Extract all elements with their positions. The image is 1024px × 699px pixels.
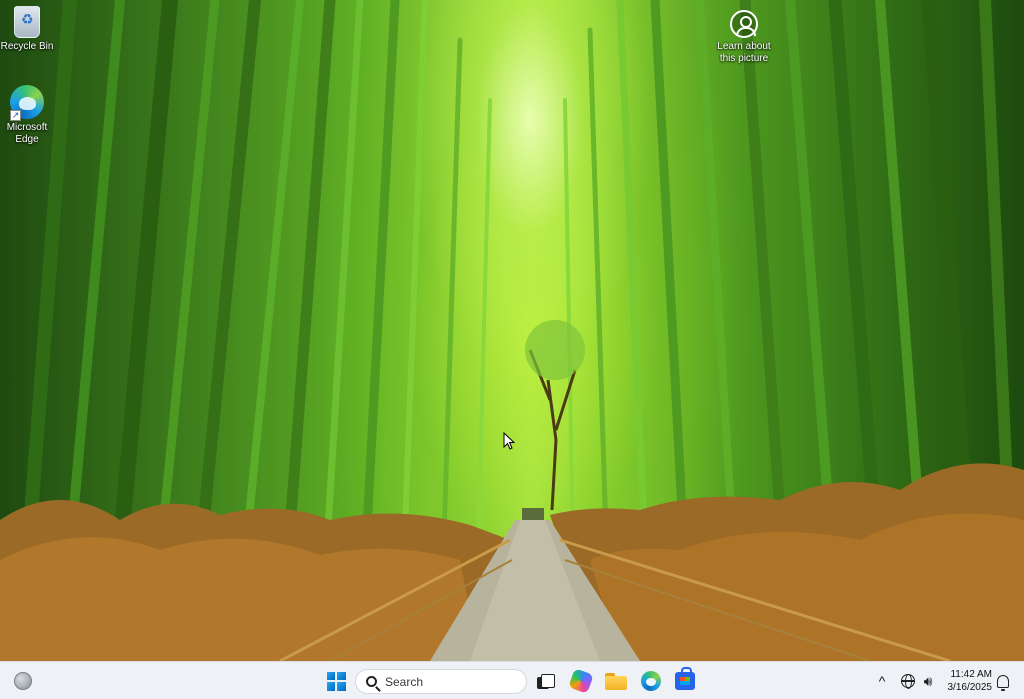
desktop-wallpaper (0, 0, 1024, 661)
store-taskbar-button[interactable] (670, 666, 700, 696)
clock-date: 3/16/2025 (947, 682, 993, 693)
file-explorer-icon (605, 672, 627, 690)
mouse-cursor-icon (503, 432, 515, 450)
search-placeholder: Search (385, 674, 424, 689)
desktop-icon-learn-about-picture[interactable]: Learn about this picture (712, 10, 776, 65)
bell-icon (997, 674, 1009, 691)
task-view-icon (536, 673, 555, 689)
taskbar-search-box[interactable]: Search (355, 669, 527, 694)
shortcut-arrow-icon: ↗ (10, 110, 21, 121)
desktop-icon-recycle-bin[interactable]: Recycle Bin (0, 6, 59, 53)
speaker-icon: 🔊︎ (923, 672, 933, 689)
search-icon (366, 676, 377, 687)
desktop-icon-label: Microsoft Edge (6, 122, 48, 145)
windows-start-icon (326, 671, 346, 691)
taskbar: Search ^ 🔊︎ 11:42 AM 3/16/2025 (0, 661, 1024, 699)
edge-icon (641, 671, 661, 691)
edge-taskbar-button[interactable] (636, 666, 666, 696)
copilot-icon (568, 668, 594, 694)
desktop-icon-label: Learn about this picture (717, 41, 771, 64)
start-button[interactable] (321, 666, 351, 696)
clock-button[interactable]: 11:42 AM 3/16/2025 (940, 668, 993, 694)
bamboo-wallpaper-art (0, 0, 1024, 661)
learn-about-picture-icon (730, 10, 758, 38)
file-explorer-button[interactable] (601, 666, 631, 696)
chevron-up-icon: ^ (878, 673, 886, 689)
widgets-icon (14, 672, 32, 690)
clock-time: 11:42 AM (950, 669, 992, 680)
task-view-button[interactable] (530, 666, 560, 696)
edge-icon: ↗ (10, 85, 44, 121)
desktop-icon-label: Recycle Bin (0, 41, 54, 52)
recycle-bin-icon (14, 6, 40, 38)
copilot-button[interactable] (566, 666, 596, 696)
volume-button[interactable]: 🔊︎ (913, 666, 943, 696)
widgets-button[interactable] (8, 666, 38, 696)
store-icon (675, 667, 695, 690)
desktop-icon-edge[interactable]: ↗ Microsoft Edge (0, 85, 59, 146)
notifications-button[interactable] (988, 666, 1018, 696)
